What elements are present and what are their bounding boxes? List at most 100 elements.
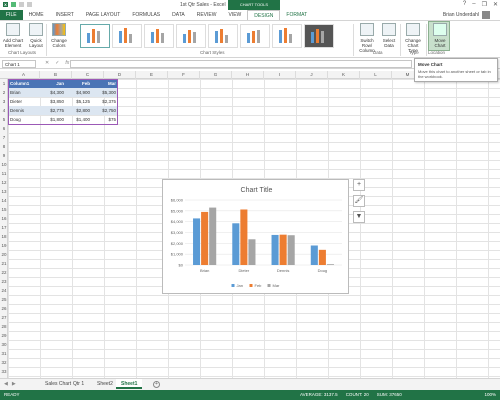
table-cell[interactable]: $5,125: [66, 97, 92, 106]
column-header-j[interactable]: J: [296, 71, 328, 79]
redo-icon[interactable]: [27, 2, 32, 7]
row-header-25[interactable]: 25: [0, 295, 8, 304]
column-header-d[interactable]: D: [104, 71, 136, 79]
table-cell[interactable]: Brian: [8, 88, 40, 97]
tab-home[interactable]: HOME: [23, 10, 50, 20]
row-header-31[interactable]: 31: [0, 349, 8, 358]
table-cell[interactable]: $4,900: [66, 88, 92, 97]
chart-style-1[interactable]: [80, 24, 110, 48]
row-header-4[interactable]: 4: [0, 106, 8, 115]
row-header-2[interactable]: 2: [0, 88, 8, 97]
column-header-e[interactable]: E: [136, 71, 168, 79]
function-icon[interactable]: fx: [65, 60, 69, 66]
row-header-26[interactable]: 26: [0, 304, 8, 313]
select-data-button[interactable]: Select Data: [380, 23, 398, 48]
minimize-icon[interactable]: –: [472, 1, 475, 8]
row-header-28[interactable]: 28: [0, 322, 8, 331]
tab-formulas[interactable]: FORMULAS: [126, 10, 166, 20]
table-cell[interactable]: Dieter: [8, 97, 40, 106]
tab-design[interactable]: DESIGN: [247, 10, 281, 20]
table-cell[interactable]: $2,750: [92, 106, 118, 115]
user-account[interactable]: Brian Underdahl: [443, 11, 490, 19]
help-icon[interactable]: ?: [463, 1, 466, 8]
table-cell[interactable]: $75: [92, 115, 118, 124]
row-header-27[interactable]: 27: [0, 313, 8, 322]
formula-input[interactable]: [70, 60, 412, 68]
column-header-b[interactable]: B: [40, 71, 72, 79]
row-header-19[interactable]: 19: [0, 241, 8, 250]
row-header-18[interactable]: 18: [0, 232, 8, 241]
row-header-1[interactable]: 1: [0, 79, 8, 88]
row-header-3[interactable]: 3: [0, 97, 8, 106]
row-header-9[interactable]: 9: [0, 151, 8, 160]
tab-data[interactable]: DATA: [166, 10, 191, 20]
table-header-cell[interactable]: Jan: [40, 79, 66, 88]
restore-icon[interactable]: ❐: [482, 1, 487, 8]
row-header-20[interactable]: 20: [0, 250, 8, 259]
row-header-11[interactable]: 11: [0, 169, 8, 178]
table-cell[interactable]: Doug: [8, 115, 40, 124]
chart-style-5[interactable]: [208, 24, 238, 48]
table-header-cell[interactable]: Feb: [66, 79, 92, 88]
change-chart-type-button[interactable]: Change Chart Type: [403, 23, 423, 53]
tab-review[interactable]: REVIEW: [191, 10, 223, 20]
row-header-33[interactable]: 33: [0, 367, 8, 376]
row-header-30[interactable]: 30: [0, 340, 8, 349]
chart-style-7[interactable]: [272, 24, 302, 48]
row-header-5[interactable]: 5: [0, 115, 8, 124]
table-header-cell[interactable]: Column1: [8, 79, 40, 88]
cancel-icon[interactable]: ✕: [45, 60, 49, 66]
column-header-k[interactable]: K: [328, 71, 360, 79]
column-header-h[interactable]: H: [232, 71, 264, 79]
row-header-12[interactable]: 12: [0, 178, 8, 187]
table-cell[interactable]: $3,850: [40, 97, 66, 106]
zoom-level[interactable]: 100%: [484, 390, 496, 400]
change-colors-button[interactable]: Change Colors: [48, 23, 70, 48]
column-header-g[interactable]: G: [200, 71, 232, 79]
switch-row-column-button[interactable]: Switch Row/ Column: [356, 23, 378, 53]
next-sheet-icon[interactable]: ▶: [12, 381, 16, 387]
column-header-f[interactable]: F: [168, 71, 200, 79]
chart-style-4[interactable]: [176, 24, 206, 48]
column-header-a[interactable]: A: [8, 71, 40, 79]
row-header-15[interactable]: 15: [0, 205, 8, 214]
row-header-14[interactable]: 14: [0, 196, 8, 205]
column-header-l[interactable]: L: [360, 71, 392, 79]
table-cell[interactable]: $1,400: [66, 115, 92, 124]
table-cell[interactable]: $2,800: [66, 106, 92, 115]
prev-sheet-icon[interactable]: ◀: [4, 381, 8, 387]
row-header-17[interactable]: 17: [0, 223, 8, 232]
table-header-cell[interactable]: Mar: [92, 79, 118, 88]
row-header-21[interactable]: 21: [0, 259, 8, 268]
table-cell[interactable]: $2,375: [92, 97, 118, 106]
add-chart-element-button[interactable]: Add Chart Element: [2, 23, 24, 48]
row-header-23[interactable]: 23: [0, 277, 8, 286]
row-header-32[interactable]: 32: [0, 358, 8, 367]
table-cell[interactable]: $4,300: [40, 88, 66, 97]
row-header-8[interactable]: 8: [0, 142, 8, 151]
chart-elements-icon[interactable]: +: [353, 179, 365, 191]
chart-style-3[interactable]: [144, 24, 174, 48]
close-icon[interactable]: ✕: [493, 1, 498, 8]
chart-style-6[interactable]: [240, 24, 270, 48]
table-cell[interactable]: $1,800: [40, 115, 66, 124]
chart-object[interactable]: Chart Title $0 $1,000 $2,000 $3,000 $4,000 $5,…: [162, 179, 349, 294]
row-header-16[interactable]: 16: [0, 214, 8, 223]
row-header-7[interactable]: 7: [0, 133, 8, 142]
table-cell[interactable]: $2,775: [40, 106, 66, 115]
chart-style-8[interactable]: [304, 24, 334, 48]
table-cell[interactable]: Dennis: [8, 106, 40, 115]
undo-icon[interactable]: [19, 2, 24, 7]
enter-icon[interactable]: ✓: [55, 60, 59, 66]
row-header-10[interactable]: 10: [0, 160, 8, 169]
row-header-13[interactable]: 13: [0, 187, 8, 196]
sheet-tab-sheet1[interactable]: Sheet1: [116, 379, 143, 389]
row-header-22[interactable]: 22: [0, 268, 8, 277]
sheet-tab-sheet2[interactable]: Sheet2: [92, 379, 118, 389]
row-header-29[interactable]: 29: [0, 331, 8, 340]
chart-styles-icon[interactable]: 🖌: [353, 195, 365, 207]
tab-file[interactable]: FILE: [0, 10, 23, 20]
table-cell[interactable]: $5,300: [92, 88, 118, 97]
tab-view[interactable]: VIEW: [222, 10, 247, 20]
column-header-c[interactable]: C: [72, 71, 104, 79]
